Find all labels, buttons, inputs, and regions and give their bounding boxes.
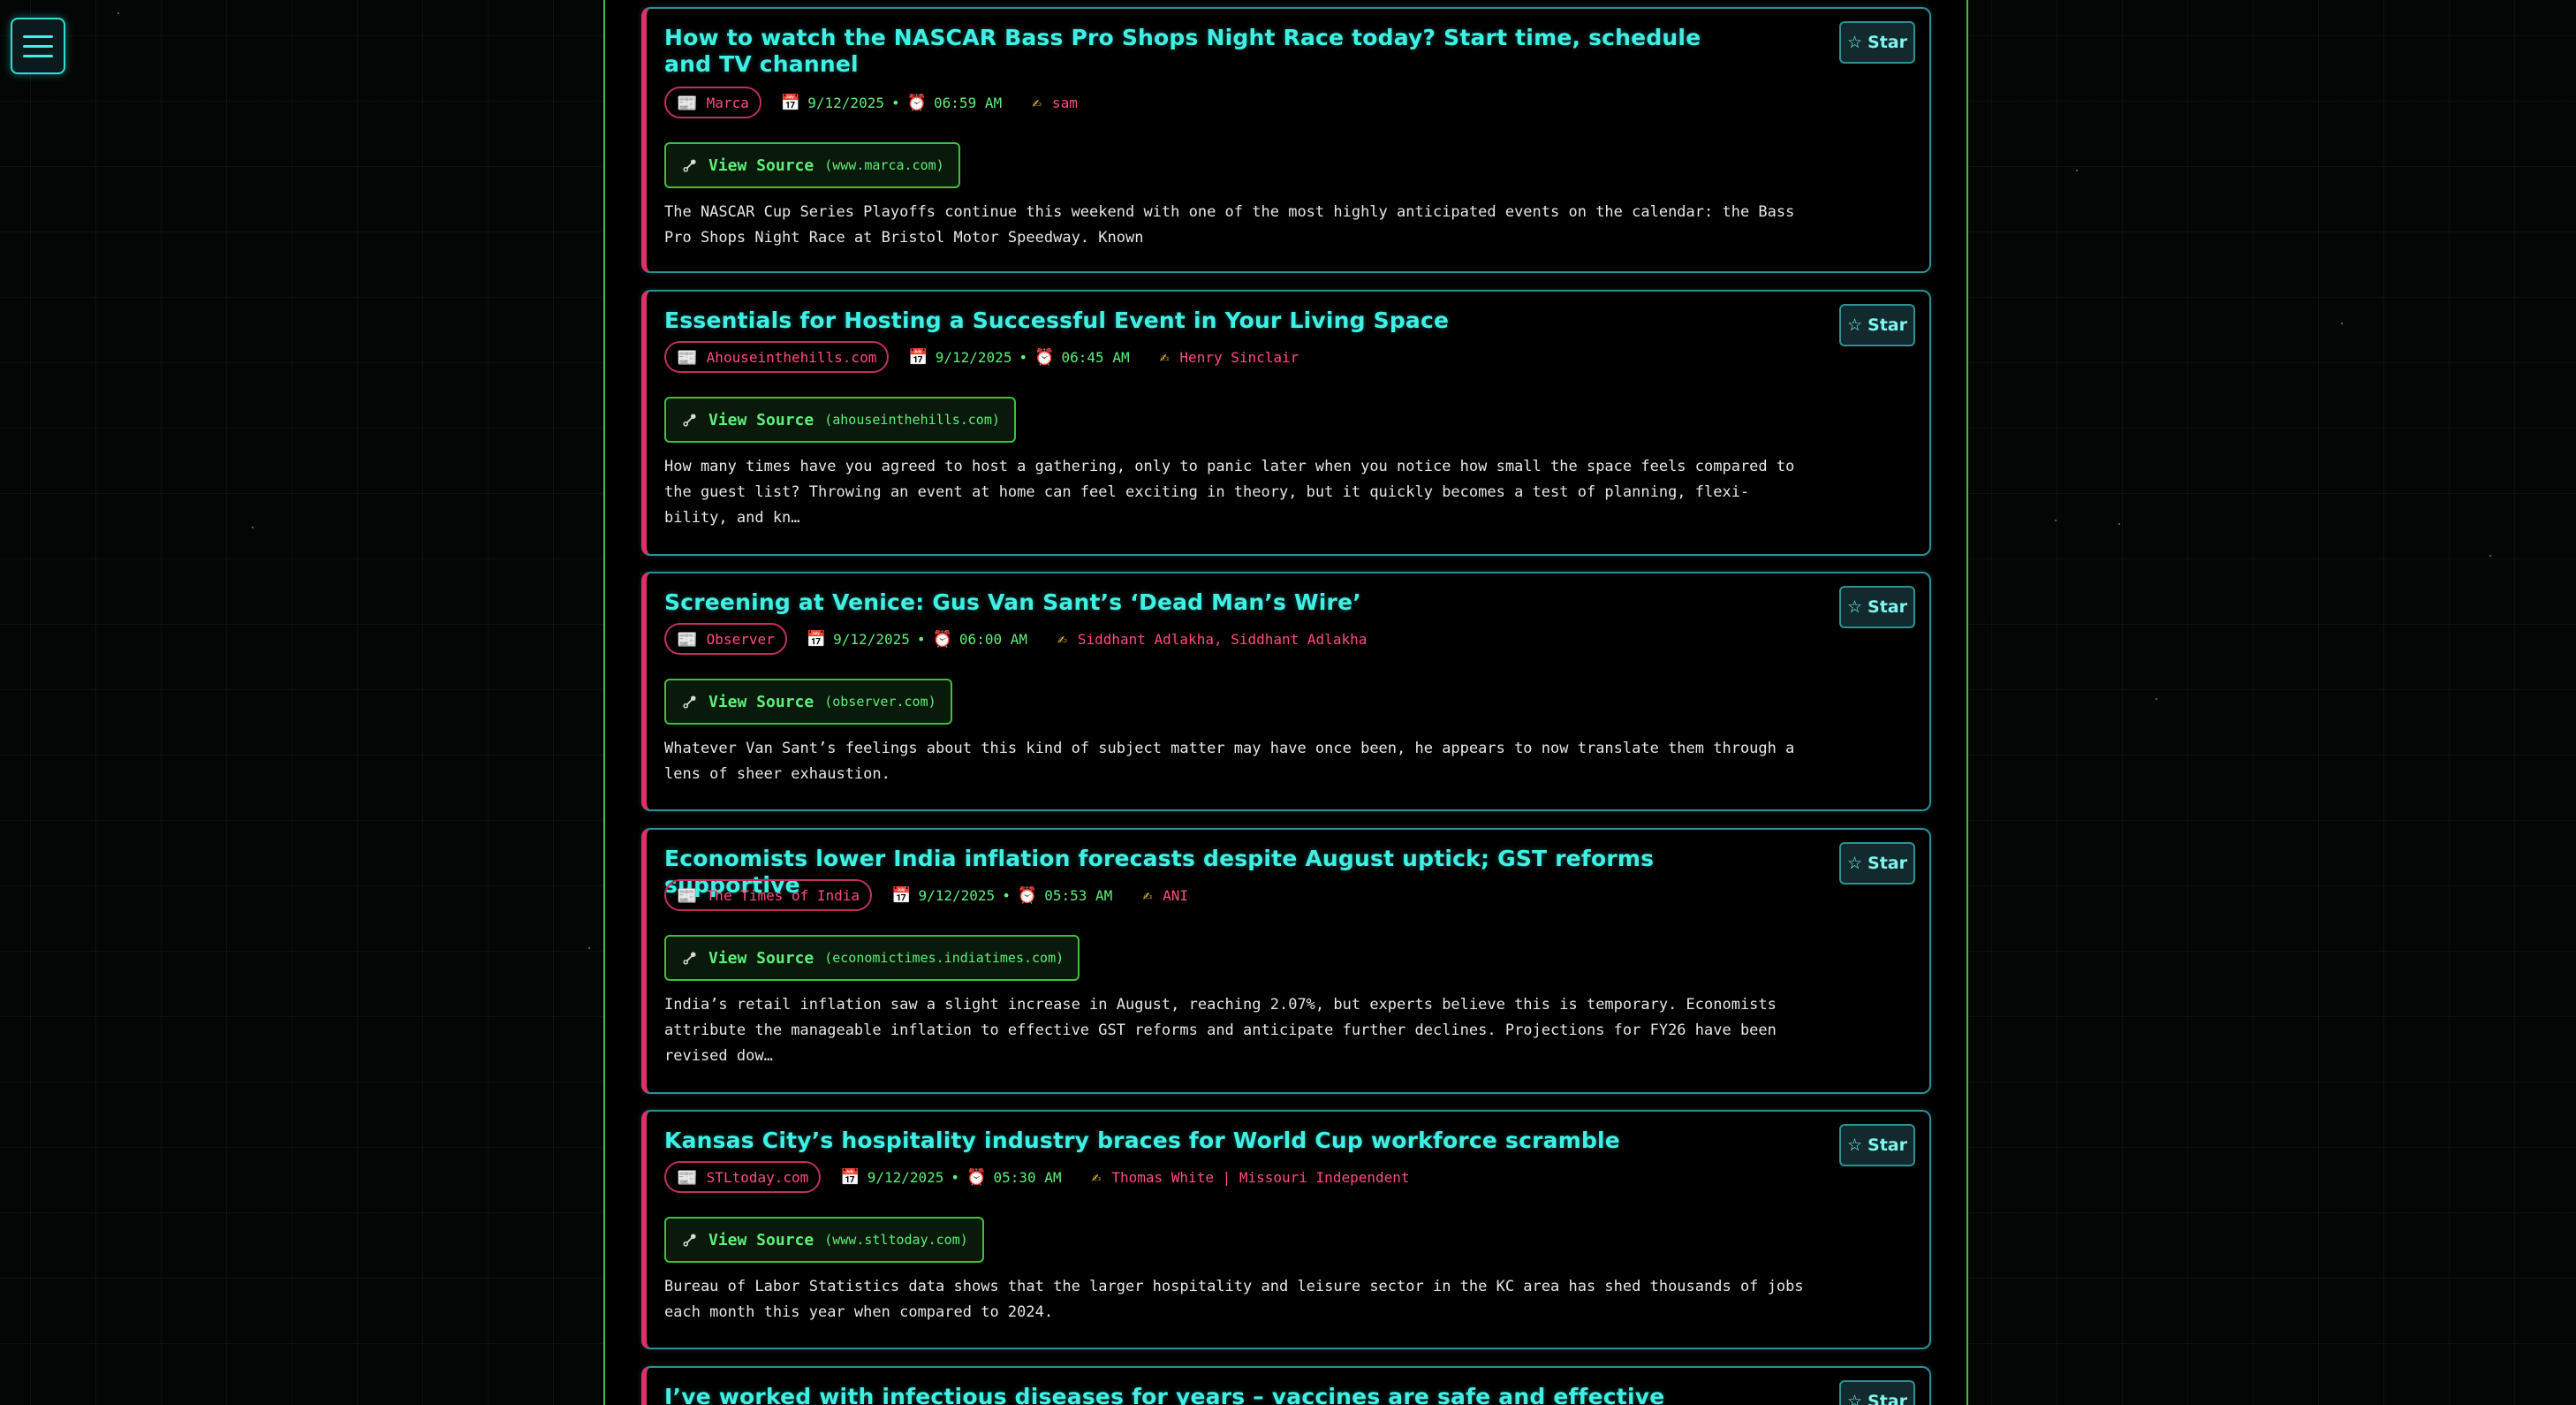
article-datetime: 📅 9/12/2025 • ⏰ 05:30 AM [840, 1167, 1062, 1187]
background-speck [2489, 555, 2491, 557]
article-card: Kansas City’s hospitality industry brace… [641, 1110, 1931, 1349]
news-feed: How to watch the NASCAR Bass Pro Shops N… [603, 0, 1968, 1405]
article-summary: Whatever Van Sant’s feelings about this … [664, 740, 1795, 783]
article-datetime: 📅 9/12/2025 • ⏰ 05:53 AM [891, 885, 1113, 905]
writing-hand-icon: ✍ [1032, 93, 1042, 112]
star-button[interactable]: ☆ Star [1839, 842, 1915, 885]
background-speck [2118, 523, 2120, 525]
source-badge[interactable]: 📰 STLtoday.com [664, 1161, 822, 1193]
writing-hand-icon: ✍ [1142, 885, 1153, 905]
newspaper-icon: 📰 [677, 885, 698, 906]
background-speck [2156, 698, 2157, 700]
background-speck [117, 12, 119, 14]
view-source-button[interactable]: ⊶ View Source (www.stltoday.com) [664, 1217, 984, 1263]
source-badge[interactable]: 📰 Marca [664, 87, 761, 118]
article-datetime: 📅 9/12/2025 • ⏰ 06:59 AM [780, 93, 1003, 112]
calendar-icon: 📅 [780, 93, 801, 112]
star-icon: ☆ [1846, 1392, 1863, 1405]
link-icon: ⊶ [675, 406, 703, 434]
star-icon: ☆ [1846, 33, 1863, 52]
calendar-icon: 📅 [891, 885, 912, 905]
source-badge[interactable]: 📰 The Times of India [664, 879, 873, 911]
article-author: ✍ Siddhant Adlakha, Siddhant Adlakha [1057, 629, 1368, 649]
background-speck [252, 527, 254, 528]
article-summary: How many times have you agreed to host a… [664, 458, 1795, 527]
article-summary: Bureau of Labor Statistics data shows th… [664, 1278, 1804, 1321]
view-source-button[interactable]: ⊶ View Source (observer.com) [664, 679, 952, 725]
calendar-icon: 📅 [908, 347, 928, 367]
article-card: Economists lower India inflation forecas… [641, 828, 1931, 1094]
article-meta: 📰 Marca 📅 9/12/2025 • ⏰ 06:59 AM ✍ sam [664, 87, 1078, 118]
article-title[interactable]: How to watch the NASCAR Bass Pro Shops N… [664, 25, 1751, 78]
article-card: How to watch the NASCAR Bass Pro Shops N… [641, 7, 1931, 273]
article-card: I’ve worked with infectious diseases for… [641, 1366, 1931, 1405]
star-button[interactable]: ☆ Star [1839, 304, 1915, 346]
writing-hand-icon: ✍ [1057, 629, 1067, 649]
article-summary: The NASCAR Cup Series Playoffs continue … [664, 203, 1795, 247]
article-card: Essentials for Hosting a Successful Even… [641, 290, 1931, 556]
view-source-button[interactable]: ⊶ View Source (www.marca.com) [664, 142, 960, 188]
clock-icon: ⏰ [1034, 347, 1055, 367]
star-button[interactable]: ☆ Star [1839, 1124, 1915, 1166]
clock-icon: ⏰ [966, 1167, 987, 1187]
clock-icon: ⏰ [906, 93, 928, 112]
link-icon: ⊶ [675, 151, 703, 179]
newspaper-icon: 📰 [677, 1167, 698, 1188]
star-icon: ☆ [1846, 315, 1863, 335]
article-title[interactable]: Kansas City’s hospitality industry brace… [664, 1128, 1751, 1154]
writing-hand-icon: ✍ [1091, 1167, 1102, 1187]
hamburger-icon-bar [23, 34, 53, 38]
article-datetime: 📅 9/12/2025 • ⏰ 06:45 AM [908, 347, 1130, 367]
star-icon: ☆ [1846, 1135, 1863, 1155]
newspaper-icon: 📰 [677, 629, 698, 649]
menu-button[interactable] [11, 18, 65, 74]
article-title[interactable]: Screening at Venice: Gus Van Sant’s ‘Dea… [664, 589, 1751, 616]
link-icon: ⊶ [675, 944, 703, 972]
article-card: Screening at Venice: Gus Van Sant’s ‘Dea… [641, 572, 1931, 811]
newspaper-icon: 📰 [677, 347, 698, 368]
source-badge[interactable]: 📰 Ahouseinthehills.com [664, 341, 890, 373]
hamburger-icon-bar [23, 44, 53, 48]
background-speck [2055, 520, 2057, 521]
newspaper-icon: 📰 [677, 93, 698, 113]
clock-icon: ⏰ [932, 629, 952, 649]
article-meta: 📰 Ahouseinthehills.com 📅 9/12/2025 • ⏰ 06:45 … [664, 341, 1299, 373]
background-speck [2076, 170, 2078, 171]
article-author: ✍ ANI [1142, 885, 1189, 905]
article-meta: 📰 Observer 📅 9/12/2025 • ⏰ 06:00 AM ✍ Siddhant… [664, 623, 1367, 655]
calendar-icon: 📅 [806, 629, 827, 649]
hamburger-icon-bar [23, 54, 53, 57]
source-badge[interactable]: 📰 Observer [664, 623, 787, 655]
article-summary: India’s retail inflation saw a slight in… [664, 996, 1777, 1065]
view-source-button[interactable]: ⊶ View Source (ahouseinthehills.com) [664, 397, 1016, 443]
background-speck [588, 947, 590, 949]
article-meta: 📰 The Times of India 📅 9/12/2025 • ⏰ 05:53 AM… [664, 879, 1188, 911]
calendar-icon: 📅 [840, 1167, 860, 1187]
clock-icon: ⏰ [1017, 885, 1038, 905]
star-icon: ☆ [1846, 854, 1863, 873]
link-icon: ⊶ [675, 687, 703, 716]
view-source-button[interactable]: ⊶ View Source (economictimes.indiatimes.co… [664, 935, 1080, 981]
star-button[interactable]: ☆ Star [1839, 21, 1915, 64]
article-author: ✍ Henry Sinclair [1159, 347, 1299, 367]
article-author: ✍ Thomas White | Missouri Independent [1091, 1167, 1410, 1187]
star-button[interactable]: ☆ Star [1839, 1380, 1915, 1405]
star-icon: ☆ [1846, 597, 1863, 617]
background-speck [2341, 323, 2343, 324]
writing-hand-icon: ✍ [1159, 347, 1170, 367]
article-author: ✍ sam [1032, 93, 1078, 112]
star-button[interactable]: ☆ Star [1839, 586, 1915, 628]
article-title[interactable]: Essentials for Hosting a Successful Even… [664, 308, 1751, 334]
article-datetime: 📅 9/12/2025 • ⏰ 06:00 AM [806, 629, 1027, 649]
link-icon: ⊶ [675, 1226, 703, 1254]
article-title[interactable]: I’ve worked with infectious diseases for… [664, 1384, 1751, 1405]
article-meta: 📰 STLtoday.com 📅 9/12/2025 • ⏰ 05:30 AM ✍ Thom… [664, 1161, 1410, 1193]
